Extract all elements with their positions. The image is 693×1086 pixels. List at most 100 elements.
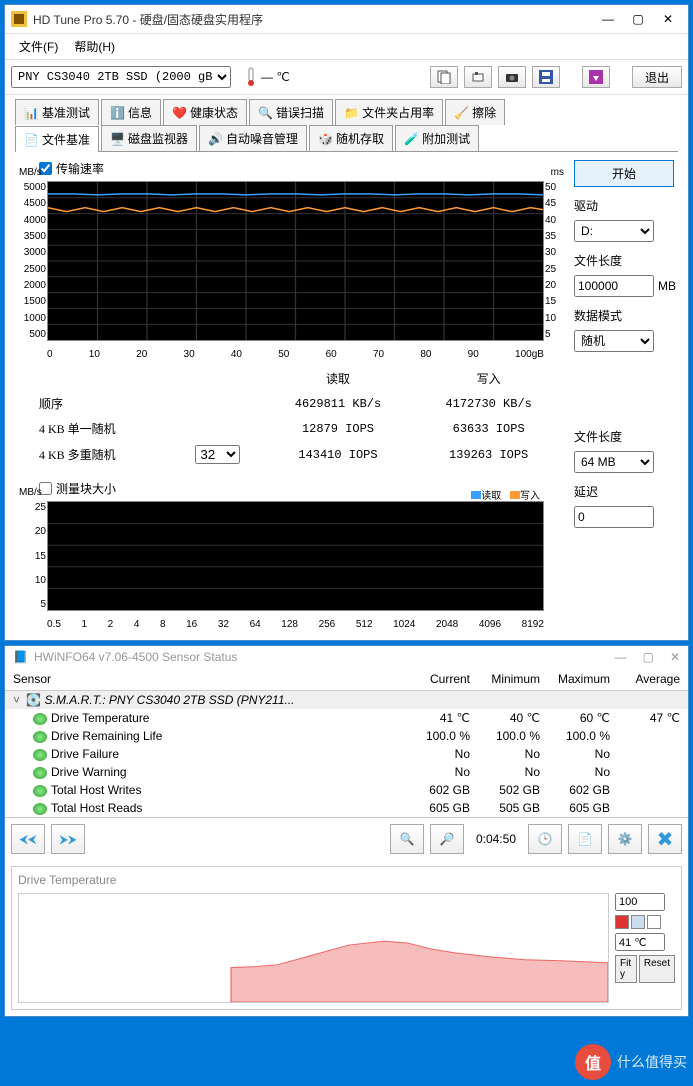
close-sensors-button[interactable]: ✖ [648, 824, 682, 854]
y-axis-right-label: ms [551, 167, 564, 178]
temp-current-input[interactable] [615, 933, 665, 951]
extra-icon: 🧪 [404, 132, 418, 146]
tab-folder-usage[interactable]: 📁文件夹占用率 [335, 99, 443, 125]
start-button[interactable]: 开始 [574, 160, 674, 187]
y-axis-left-label: MB/s [19, 167, 42, 178]
sensor-icon [33, 749, 47, 761]
copy-text-button[interactable] [430, 66, 458, 88]
tab-file-benchmark[interactable]: 📄文件基准 [15, 126, 99, 152]
show-group-button[interactable]: 🔍 [390, 824, 424, 854]
show-all-button[interactable]: 🔎 [430, 824, 464, 854]
sensor-row[interactable]: Drive Temperature41 ℃40 ℃60 ℃47 ℃ [5, 709, 688, 727]
hwinfo-title: HWiNFO64 v7.06-4500 Sensor Status [34, 650, 615, 664]
scan-icon: 🔍 [258, 106, 272, 120]
tab-disk-monitor[interactable]: 🖥️磁盘监视器 [101, 125, 197, 151]
health-icon: ❤️ [172, 106, 186, 120]
r4kn-write-val: 139263 IOPS [413, 441, 564, 468]
col-maximum[interactable]: Maximum [548, 668, 618, 691]
seq-row-label: 顺序 [19, 391, 173, 416]
tab-health[interactable]: ❤️健康状态 [163, 99, 247, 125]
settings-button[interactable]: ⚙️ [608, 824, 642, 854]
file-icon: 📄 [24, 133, 38, 147]
hwinfo-app-icon: 📘 [13, 650, 28, 664]
results-table: 读取写入 顺序4629811 KB/s4172730 KB/s 4 KB 单一随… [19, 366, 564, 468]
color-swatch-blue[interactable] [631, 915, 645, 929]
watermark: 值 什么值得买 [575, 1044, 687, 1080]
tab-info[interactable]: ℹ️信息 [101, 99, 161, 125]
hw-maximize-button[interactable]: ▢ [643, 650, 654, 664]
fit-y-button[interactable]: Fit y [615, 955, 637, 983]
col-current[interactable]: Current [408, 668, 478, 691]
thermometer-icon [245, 67, 257, 87]
maximize-button[interactable]: ▢ [624, 9, 652, 29]
options-button[interactable] [582, 66, 610, 88]
sensor-row[interactable]: Drive WarningNoNoNo [5, 763, 688, 781]
monitor-icon: 🖥️ [110, 132, 124, 146]
sensor-row[interactable]: Total Host Reads605 GB505 GB605 GB [5, 799, 688, 817]
queue-depth-select[interactable]: 32 [195, 445, 240, 464]
r4kn-read-val: 143410 IOPS [263, 441, 414, 468]
camera-button[interactable] [498, 66, 526, 88]
exit-button[interactable]: 退出 [632, 66, 682, 88]
tab-random-access[interactable]: 🎲随机存取 [309, 125, 393, 151]
y-axis-label-2: MB/s [19, 487, 42, 498]
sensor-row[interactable]: Drive FailureNoNoNo [5, 745, 688, 763]
seq-write-val: 4172730 KB/s [413, 391, 564, 416]
sensor-icon [33, 803, 47, 815]
save-button[interactable] [532, 66, 560, 88]
hw-minimize-button[interactable]: — [615, 650, 627, 664]
sensor-row[interactable]: Drive Remaining Life100.0 %100.0 %100.0 … [5, 727, 688, 745]
delay-input[interactable] [574, 506, 654, 528]
col-minimum[interactable]: Minimum [478, 668, 548, 691]
r4k1-read-val: 12879 IOPS [263, 416, 414, 441]
sensor-group-row[interactable]: ˅ 💽 S.M.A.R.T.: PNY CS3040 2TB SSD (PNY2… [5, 691, 688, 710]
filelen2-select[interactable]: 64 MB [574, 451, 654, 473]
chart2-legend: 读取 写入 [465, 487, 540, 502]
titlebar: HD Tune Pro 5.70 - 硬盘/固态硬盘实用程序 — ▢ ✕ [5, 5, 688, 34]
y-axis-left-ticks: 500045004000350030002500200015001000500 [20, 182, 46, 340]
clock-button[interactable]: 🕒 [528, 824, 562, 854]
r4k1-row-label: 4 KB 单一随机 [19, 416, 173, 441]
menu-file[interactable]: 文件(F) [11, 36, 66, 57]
info-icon: ℹ️ [110, 106, 124, 120]
reset-button[interactable]: Reset [639, 955, 675, 983]
color-swatch-white[interactable] [647, 915, 661, 929]
drive-icon: 💽 [26, 693, 41, 707]
color-swatch-red[interactable] [615, 915, 629, 929]
log-button[interactable]: 📄 [568, 824, 602, 854]
seq-read-val: 4629811 KB/s [263, 391, 414, 416]
temperature-graph [18, 893, 609, 1003]
watermark-text: 什么值得买 [617, 1052, 687, 1072]
transfer-rate-chart: 500045004000350030002500200015001000500 … [47, 181, 544, 341]
drive-letter-select[interactable]: D: [574, 220, 654, 242]
hw-close-button[interactable]: ✕ [670, 650, 680, 664]
tab-erase[interactable]: 🧹擦除 [445, 99, 505, 125]
tab-errorscan[interactable]: 🔍错误扫描 [249, 99, 333, 125]
hdtune-window: HD Tune Pro 5.70 - 硬盘/固态硬盘实用程序 — ▢ ✕ 文件(… [4, 4, 689, 641]
col-average[interactable]: Average [618, 668, 688, 691]
watermark-icon: 值 [575, 1044, 611, 1080]
tab-aam[interactable]: 🔊自动噪音管理 [199, 125, 307, 151]
temp-max-input[interactable] [615, 893, 665, 911]
expand-right-button[interactable]: ⮞⮞ [51, 824, 85, 854]
filelen-input[interactable] [574, 275, 654, 297]
y-axis-right-ticks: 5045403530252015105 [545, 182, 563, 340]
minimize-button[interactable]: — [594, 9, 622, 29]
hdtune-app-icon [11, 11, 27, 27]
r4kn-row-label: 4 KB 多重随机 [19, 441, 173, 468]
x-axis-ticks-2: 0.512481632641282565121024204840968192 [47, 617, 544, 632]
expand-left-button[interactable]: ⮜⮜ [11, 824, 45, 854]
sensor-row[interactable]: Total Host Writes602 GB502 GB602 GB [5, 781, 688, 799]
menu-help[interactable]: 帮助(H) [66, 36, 123, 57]
filelen-unit: MB [658, 279, 676, 293]
screenshot-button[interactable] [464, 66, 492, 88]
close-button[interactable]: ✕ [654, 9, 682, 29]
col-sensor[interactable]: Sensor [5, 668, 408, 691]
temp-graph-section: Drive Temperature Fit y Reset [11, 866, 682, 1010]
collapse-icon[interactable]: ˅ [13, 693, 23, 707]
tab-extra-tests[interactable]: 🧪附加测试 [395, 125, 479, 151]
datamode-select[interactable]: 随机 [574, 330, 654, 352]
tab-benchmark[interactable]: 📊基准测试 [15, 99, 99, 125]
drive-select[interactable]: PNY CS3040 2TB SSD (2000 gB) [11, 66, 231, 88]
hwinfo-window: 📘 HWiNFO64 v7.06-4500 Sensor Status — ▢ … [4, 645, 689, 1017]
